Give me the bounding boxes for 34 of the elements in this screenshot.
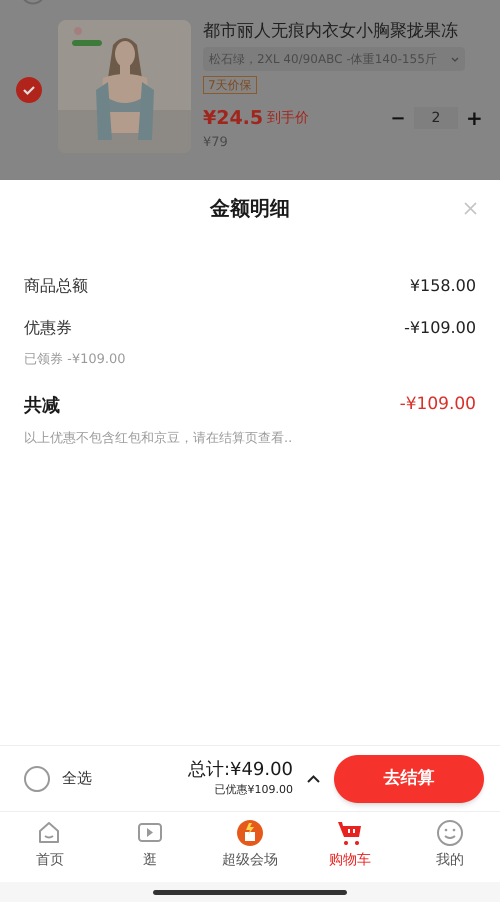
discount-amount: 已优惠¥109.00: [214, 782, 293, 798]
lightning-badge-icon: [235, 818, 265, 848]
chevron-up-icon[interactable]: [307, 774, 320, 782]
checkmark-icon: [22, 83, 36, 97]
sheet-title: 金额明细: [210, 195, 290, 222]
original-price: ¥79: [203, 134, 228, 152]
row-value: -¥109.00: [404, 317, 476, 339]
row-label: 商品总额: [24, 275, 88, 297]
row-note: 已领券 -¥109.00: [24, 351, 126, 369]
row-label: 共减: [24, 394, 60, 418]
checkout-button[interactable]: 去结算: [334, 754, 484, 802]
select-all-label: 全选: [62, 768, 92, 790]
tab[interactable]: 我的: [400, 818, 500, 882]
chevron-down-icon: [451, 56, 459, 62]
close-icon[interactable]: [464, 202, 477, 215]
row-value: ¥158.00: [410, 275, 476, 297]
tab[interactable]: 购物车: [300, 818, 400, 882]
checkbox[interactable]: [24, 766, 50, 792]
row-label: 优惠券: [24, 317, 72, 339]
plus-button[interactable]: +: [466, 103, 482, 133]
price-note: 到手价: [267, 108, 310, 128]
price-guarantee-tag: 7天价保: [203, 76, 257, 94]
tab[interactable]: 逛: [100, 818, 200, 882]
quantity-field[interactable]: 2: [414, 107, 458, 129]
price: ¥24.5: [203, 106, 264, 131]
row-value: -¥109.00: [400, 393, 476, 416]
total-amount: 总计:¥49.00: [188, 758, 293, 782]
tab[interactable]: 超级会场: [200, 818, 300, 882]
smiley-icon: [435, 818, 465, 848]
row-note: 以上优惠不包含红包和京豆，请在结算页查看..: [24, 430, 292, 448]
minus-button[interactable]: −: [390, 104, 406, 132]
checkbox[interactable]: [16, 77, 42, 103]
tab[interactable]: 首页: [0, 818, 100, 882]
product-title: 都市丽人无痕内衣女小胸聚拢果冻: [203, 20, 459, 42]
